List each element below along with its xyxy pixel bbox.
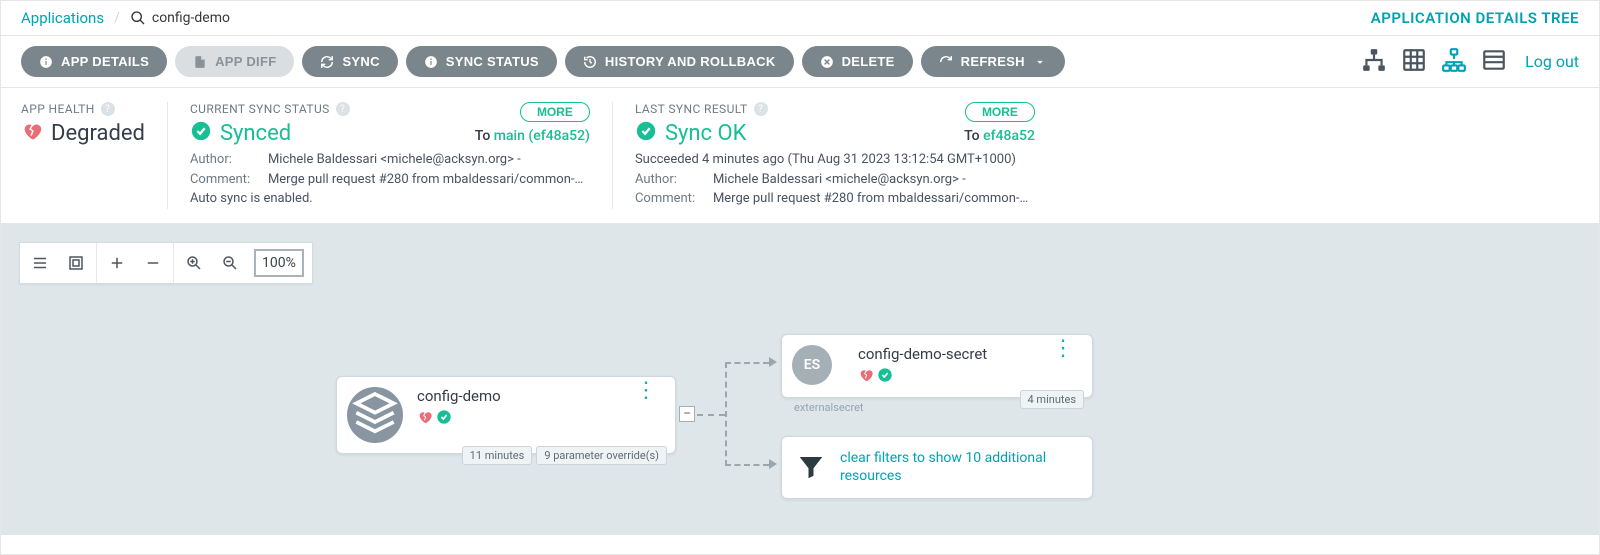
tree-canvas[interactable]: 100% config-demo ⋮ 11 minutes 9 paramete… bbox=[1, 224, 1599, 535]
last-sync-panel: LAST SYNC RESULT ? Sync OK MORE To ef48a… bbox=[612, 102, 1057, 209]
kind-abbr: ES bbox=[792, 345, 832, 385]
history-icon bbox=[583, 55, 597, 69]
heart-broken-icon bbox=[21, 120, 43, 146]
tree-root-node[interactable]: config-demo ⋮ 11 minutes 9 parameter ove… bbox=[336, 376, 676, 454]
author-value: Michele Baldessari <michele@acksyn.org> … bbox=[268, 150, 590, 170]
status-row: APP HEALTH ? Degraded CURRENT SYNC STATU… bbox=[1, 88, 1599, 224]
action-toolbar: APP DETAILS APP DIFF SYNC SYNC STATUS HI… bbox=[1, 36, 1599, 88]
search-icon bbox=[130, 10, 146, 26]
diff-icon bbox=[193, 55, 207, 69]
kind-label: externalsecret bbox=[794, 401, 864, 414]
author-label: Author: bbox=[190, 150, 262, 170]
author-label: Author: bbox=[635, 170, 707, 190]
check-circle-icon bbox=[877, 367, 893, 387]
heart-broken-icon bbox=[417, 409, 433, 429]
help-icon[interactable]: ? bbox=[336, 102, 350, 116]
view-list-icon[interactable] bbox=[1481, 47, 1507, 77]
age-badge: 4 minutes bbox=[1020, 390, 1084, 409]
override-badge: 9 parameter override(s) bbox=[536, 446, 667, 465]
filter-icon bbox=[796, 452, 826, 482]
chevron-down-icon bbox=[1033, 55, 1047, 69]
collapse-toggle[interactable]: − bbox=[679, 406, 695, 422]
canvas-toolbar: 100% bbox=[19, 242, 313, 284]
node-title: config-demo bbox=[417, 387, 607, 405]
page-mode-title: APPLICATION DETAILS TREE bbox=[1371, 9, 1579, 27]
info-icon bbox=[424, 55, 438, 69]
filter-hint-node[interactable]: clear filters to show 10 additional reso… bbox=[781, 436, 1093, 500]
view-network-icon[interactable] bbox=[1441, 47, 1467, 77]
app-search[interactable]: config-demo bbox=[130, 10, 230, 26]
zoom-out-icon[interactable] bbox=[218, 251, 242, 275]
last-sync-revision[interactable]: To ef48a52 bbox=[964, 128, 1035, 144]
history-rollback-button[interactable]: HISTORY AND ROLLBACK bbox=[565, 46, 794, 77]
fit-screen-icon[interactable] bbox=[64, 251, 88, 275]
app-diff-button[interactable]: APP DIFF bbox=[175, 46, 294, 77]
breadcrumb-root-link[interactable]: Applications bbox=[21, 9, 104, 27]
app-details-button[interactable]: APP DETAILS bbox=[21, 46, 167, 77]
comment-label: Comment: bbox=[635, 189, 707, 209]
delete-button[interactable]: DELETE bbox=[802, 46, 913, 77]
comment-value: Merge pull request #280 from mbaldessari… bbox=[268, 170, 590, 190]
last-sync-value: Sync OK bbox=[665, 121, 747, 146]
heart-broken-icon bbox=[858, 367, 874, 387]
arrow-icon bbox=[769, 459, 777, 469]
sync-status-label: CURRENT SYNC STATUS bbox=[190, 102, 330, 116]
view-tree-icon[interactable] bbox=[1361, 47, 1387, 77]
sync-status-more-button[interactable]: MORE bbox=[520, 102, 590, 122]
sync-status-button[interactable]: SYNC STATUS bbox=[406, 46, 557, 77]
connector bbox=[725, 362, 727, 466]
layout-list-icon[interactable] bbox=[28, 251, 52, 275]
check-circle-icon bbox=[635, 120, 657, 146]
node-menu-button[interactable]: ⋮ bbox=[631, 387, 661, 396]
delete-icon bbox=[820, 55, 834, 69]
sync-button[interactable]: SYNC bbox=[302, 46, 397, 77]
breadcrumb-current: config-demo bbox=[152, 10, 230, 26]
help-icon[interactable]: ? bbox=[754, 102, 768, 116]
app-kind-icon bbox=[347, 387, 403, 443]
breadcrumb-bar: Applications / config-demo APPLICATION D… bbox=[1, 1, 1599, 36]
info-icon bbox=[39, 55, 53, 69]
refresh-button[interactable]: REFRESH bbox=[921, 46, 1065, 77]
zoom-plus-icon[interactable] bbox=[105, 251, 129, 275]
last-sync-more-button[interactable]: MORE bbox=[965, 102, 1035, 122]
zoom-minus-icon[interactable] bbox=[141, 251, 165, 275]
arrow-icon bbox=[769, 357, 777, 367]
app-health-value: Degraded bbox=[51, 121, 145, 146]
app-health-label: APP HEALTH bbox=[21, 102, 95, 116]
comment-value: Merge pull request #280 from mbaldessari… bbox=[713, 189, 1035, 209]
sync-status-revision[interactable]: To main (ef48a52) bbox=[475, 128, 590, 144]
zoom-level[interactable]: 100% bbox=[254, 249, 304, 277]
last-sync-succeeded: Succeeded 4 minutes ago (Thu Aug 31 2023… bbox=[635, 150, 1035, 170]
sync-status-panel: CURRENT SYNC STATUS ? Synced MORE To mai… bbox=[167, 102, 612, 209]
check-circle-icon bbox=[436, 409, 452, 429]
filter-hint-text: clear filters to show 10 additional reso… bbox=[840, 449, 1070, 487]
logout-link[interactable]: Log out bbox=[1525, 52, 1579, 71]
connector bbox=[725, 362, 769, 364]
refresh-icon bbox=[939, 55, 953, 69]
sync-icon bbox=[320, 55, 334, 69]
node-menu-button[interactable]: ⋮ bbox=[1048, 345, 1078, 354]
help-icon[interactable]: ? bbox=[101, 102, 115, 116]
zoom-in-icon[interactable] bbox=[182, 251, 206, 275]
comment-label: Comment: bbox=[190, 170, 262, 190]
app-health-panel: APP HEALTH ? Degraded bbox=[21, 102, 167, 209]
tree-child-node[interactable]: ES externalsecret config-demo-secret ⋮ 4… bbox=[781, 334, 1093, 398]
breadcrumb-separator: / bbox=[114, 10, 120, 26]
connector bbox=[697, 414, 725, 416]
last-sync-label: LAST SYNC RESULT bbox=[635, 102, 748, 116]
autosync-note: Auto sync is enabled. bbox=[190, 189, 590, 209]
check-circle-icon bbox=[190, 120, 212, 146]
node-title: config-demo-secret bbox=[858, 345, 1048, 363]
age-badge: 11 minutes bbox=[462, 446, 533, 465]
sync-status-value: Synced bbox=[220, 121, 291, 146]
author-value: Michele Baldessari <michele@acksyn.org> … bbox=[713, 170, 1035, 190]
connector bbox=[725, 464, 769, 466]
view-grid-icon[interactable] bbox=[1401, 47, 1427, 77]
